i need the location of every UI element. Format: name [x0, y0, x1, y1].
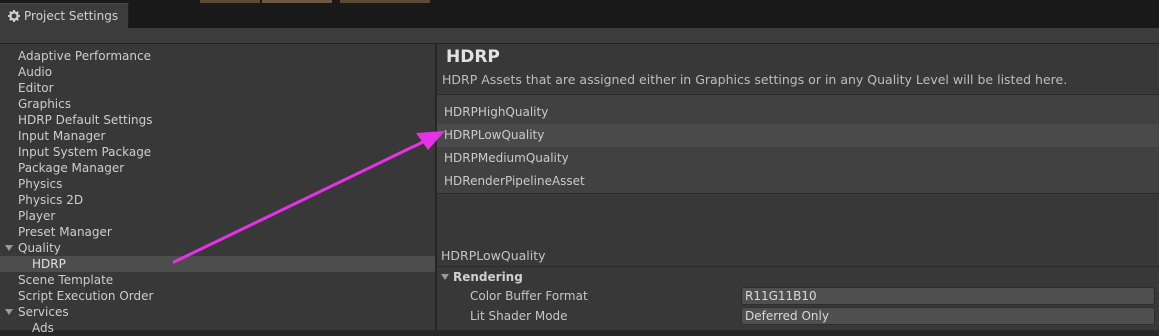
sidebar-item[interactable]: Input System Package	[0, 144, 435, 160]
settings-sidebar: Adaptive Performance Audio Editor Graphics H…	[0, 44, 436, 335]
asset-item[interactable]: HDRPHighQuality	[437, 101, 1159, 124]
page-description: HDRP Assets that are assigned either in …	[442, 72, 1068, 87]
sidebar-item-label: HDRP Default Settings	[18, 113, 153, 127]
sidebar-item[interactable]: Player	[0, 208, 435, 224]
sidebar-item-label: Input Manager	[18, 129, 106, 143]
sidebar-item[interactable]: Input Manager	[0, 128, 435, 144]
sidebar-item[interactable]: Physics	[0, 176, 435, 192]
property-row-color-buffer-format: Color Buffer Format R11G11B10	[437, 286, 1159, 306]
sidebar-item[interactable]: Services	[0, 304, 435, 320]
color-buffer-format-dropdown[interactable]: R11G11B10	[741, 287, 1155, 305]
selected-asset-name: HDRPLowQuality	[441, 248, 546, 263]
background-decoration	[340, 0, 430, 3]
sidebar-item-label: Quality	[18, 241, 61, 255]
gear-icon	[8, 10, 20, 22]
sidebar-item[interactable]: Editor	[0, 80, 435, 96]
background-decoration	[262, 0, 332, 3]
sidebar-list: Adaptive Performance Audio Editor Graphics H…	[0, 44, 435, 336]
sidebar-item-label: Preset Manager	[18, 225, 112, 239]
asset-item[interactable]: HDRPMediumQuality	[437, 147, 1159, 170]
settings-main-panel: HDRP HDRP Assets that are assigned eithe…	[437, 44, 1159, 330]
sidebar-item[interactable]: HDRP Default Settings	[0, 112, 435, 128]
editor-top-strip: Project Settings	[0, 0, 1159, 28]
property-row-lit-shader-mode: Lit Shader Mode Deferred Only	[437, 306, 1159, 326]
sidebar-item[interactable]: Audio	[0, 64, 435, 80]
background-decoration	[200, 0, 260, 3]
page-title: HDRP	[446, 47, 500, 67]
sidebar-item[interactable]: Script Execution Order	[0, 288, 435, 304]
sidebar-item[interactable]: Quality	[0, 240, 435, 256]
sidebar-item[interactable]: Ads	[0, 320, 435, 336]
sidebar-item-label: Input System Package	[18, 145, 152, 159]
sidebar-item-label: Services	[18, 305, 69, 319]
sidebar-item[interactable]: Physics 2D	[0, 192, 435, 208]
window-title: Project Settings	[24, 9, 119, 23]
sidebar-item[interactable]: Preset Manager	[0, 224, 435, 240]
sidebar-item-label: Package Manager	[18, 161, 125, 175]
sidebar-item-label: HDRP	[32, 257, 66, 271]
foldout-arrow-icon[interactable]	[5, 245, 13, 251]
hdrp-assets-list: HDRPHighQuality HDRPLowQuality HDRPMediu…	[437, 94, 1159, 194]
lit-shader-mode-dropdown[interactable]: Deferred Only	[741, 307, 1155, 325]
asset-item-selected[interactable]: HDRPLowQuality	[437, 124, 1159, 147]
window-tab-project-settings[interactable]: Project Settings	[0, 3, 129, 28]
sidebar-item-label: Physics	[18, 177, 63, 191]
settings-toolbar	[0, 28, 1159, 44]
sidebar-item[interactable]: Graphics	[0, 96, 435, 112]
sidebar-item[interactable]: Scene Template	[0, 272, 435, 288]
sidebar-item-label: Adaptive Performance	[18, 49, 151, 63]
sidebar-item-label: Player	[18, 209, 56, 223]
sidebar-item-label: Ads	[32, 321, 54, 335]
sidebar-item-label: Physics 2D	[18, 193, 84, 207]
section-label: Rendering	[453, 269, 523, 284]
sidebar-item[interactable]: Package Manager	[0, 160, 435, 176]
asset-item[interactable]: HDRenderPipelineAsset	[437, 170, 1159, 193]
sidebar-item[interactable]: Adaptive Performance	[0, 48, 435, 64]
sidebar-item-label: Editor	[18, 81, 54, 95]
foldout-arrow-icon[interactable]	[441, 274, 449, 280]
sidebar-item-label: Graphics	[18, 97, 71, 111]
foldout-arrow-icon[interactable]	[5, 309, 13, 315]
sidebar-item-label: Scene Template	[18, 273, 114, 287]
rendering-section-header[interactable]: Rendering	[437, 266, 1159, 286]
sidebar-item-label: Script Execution Order	[18, 289, 154, 303]
property-label: Color Buffer Format	[470, 289, 588, 303]
sidebar-item-label: Audio	[18, 65, 53, 79]
sidebar-item[interactable]: HDRP	[0, 256, 435, 272]
property-label: Lit Shader Mode	[470, 309, 568, 323]
